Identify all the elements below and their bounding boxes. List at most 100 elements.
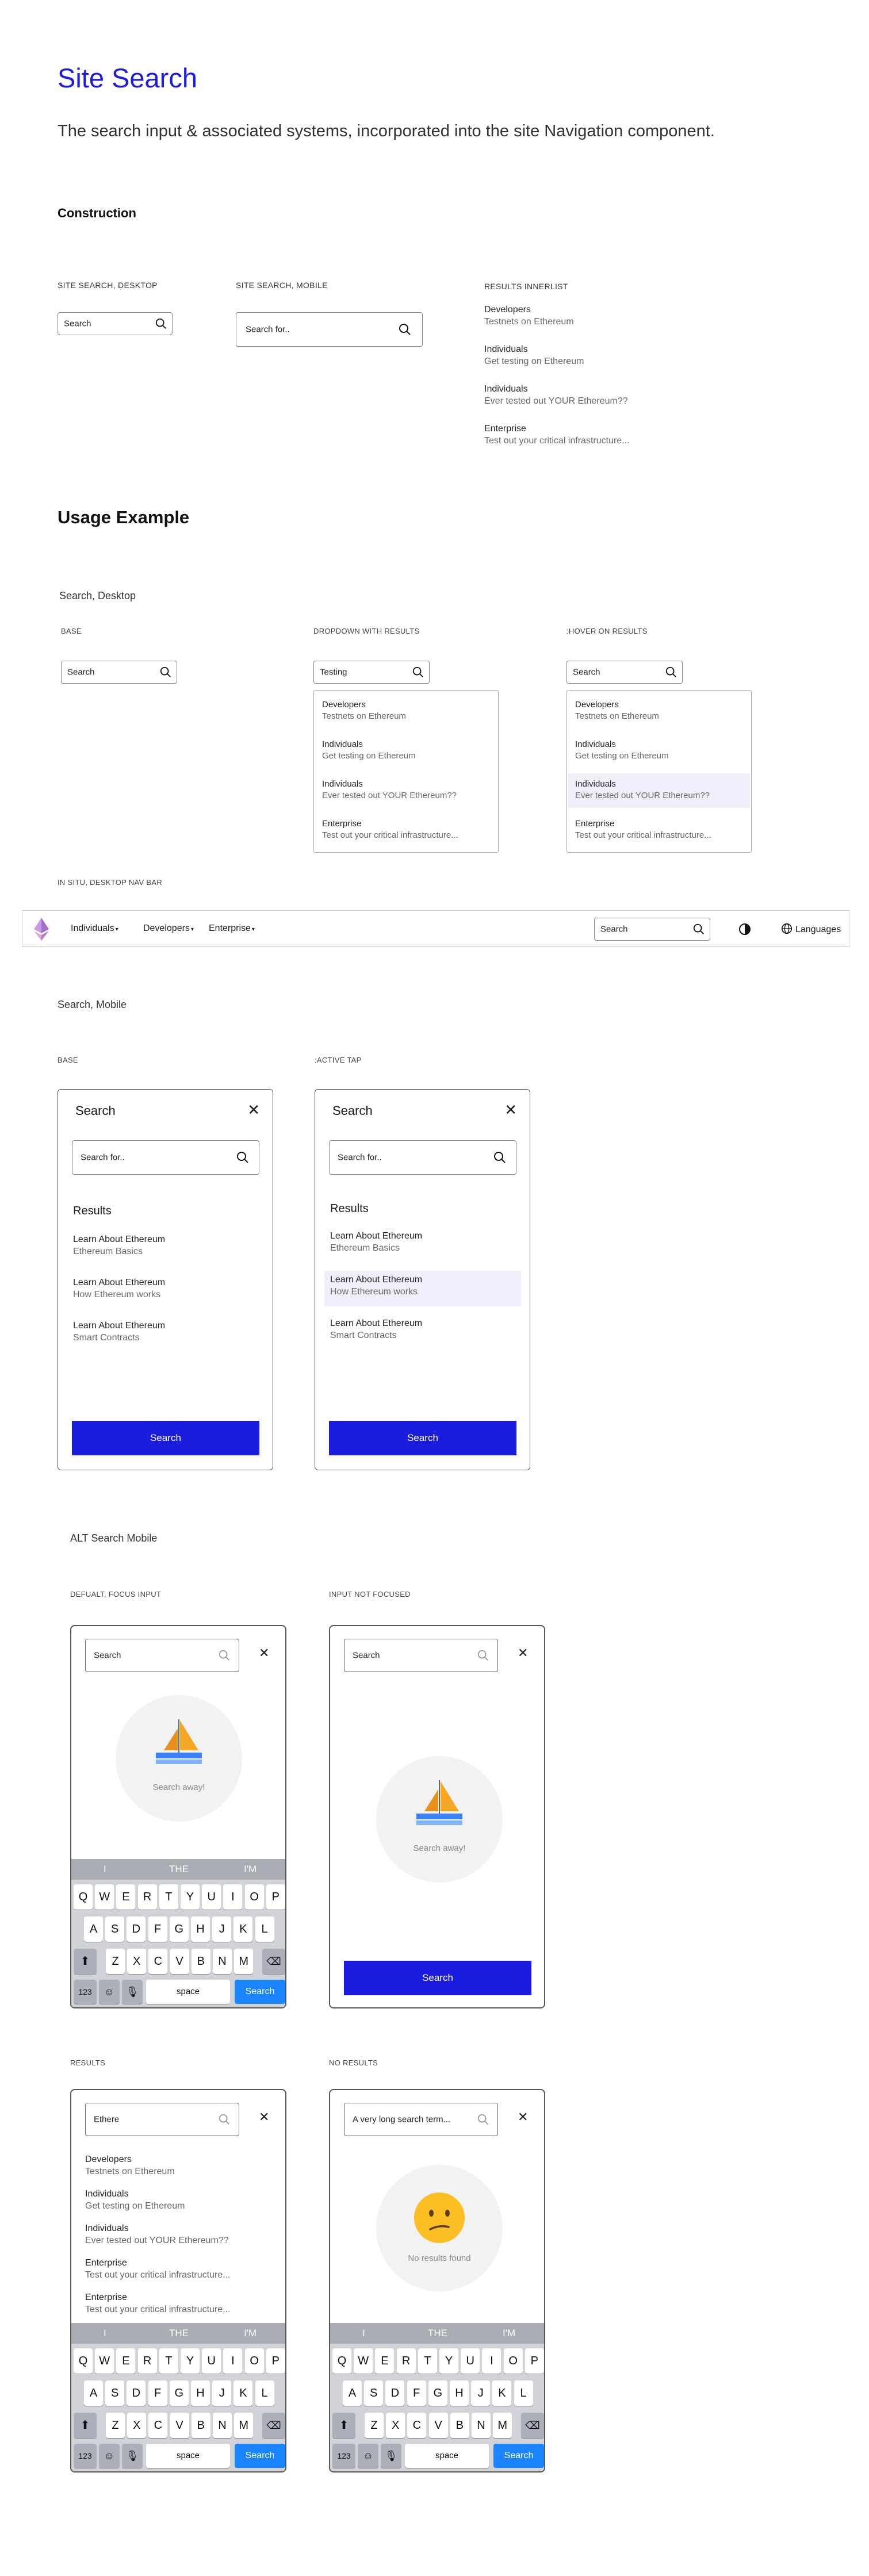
desktop-search-input[interactable]: Search (58, 312, 173, 335)
backspace-key[interactable]: ⌫ (262, 2413, 285, 2438)
backspace-key[interactable]: ⌫ (262, 1949, 285, 1974)
result-item[interactable]: Individuals Ever tested out YOUR Ethereum… (322, 779, 490, 800)
key-n[interactable]: N (472, 2413, 491, 2438)
key-m[interactable]: M (493, 2413, 512, 2438)
key-u[interactable]: U (461, 2348, 480, 2374)
key-d[interactable]: D (385, 2380, 405, 2406)
key-k[interactable]: K (233, 2380, 253, 2406)
numbers-key[interactable]: 123 (74, 2444, 97, 2468)
result-item[interactable]: Learn About Ethereum Ethereum Basics (330, 1231, 422, 1254)
keyboard-search-key[interactable]: Search (235, 1980, 285, 2004)
space-key[interactable]: space (405, 2444, 489, 2468)
key-v[interactable]: V (170, 1949, 189, 1974)
theme-toggle-icon[interactable] (738, 922, 752, 936)
key-x[interactable]: X (127, 2413, 147, 2438)
key-g[interactable]: G (169, 2380, 189, 2406)
key-t[interactable]: T (159, 1884, 178, 1910)
backspace-key[interactable]: ⌫ (521, 2413, 544, 2438)
key-w[interactable]: W (354, 2348, 373, 2374)
key-s[interactable]: S (105, 2380, 125, 2406)
space-key[interactable]: space (146, 2444, 230, 2468)
key-z[interactable]: Z (106, 2413, 125, 2438)
key-l[interactable]: L (255, 2380, 274, 2406)
key-p[interactable]: P (266, 2348, 285, 2374)
key-b[interactable]: B (450, 2413, 469, 2438)
key-u[interactable]: U (202, 2348, 221, 2374)
key-j[interactable]: J (212, 1916, 232, 1942)
search-button[interactable]: Search (344, 1961, 531, 1995)
key-l[interactable]: L (514, 2380, 533, 2406)
result-item[interactable]: Individuals Get testing on Ethereum (575, 739, 743, 761)
key-o[interactable]: O (244, 2348, 264, 2374)
suggestion[interactable]: I (104, 1864, 106, 1875)
close-icon[interactable]: ✕ (504, 1101, 517, 1119)
result-item[interactable]: Enterprise Test out your critical infrast… (85, 2293, 231, 2315)
emoji-icon[interactable]: ☺ (99, 2444, 120, 2468)
search-button[interactable]: Search (329, 1421, 516, 1455)
alt-search-input[interactable]: Search (85, 1639, 239, 1672)
key-x[interactable]: X (127, 1949, 147, 1974)
suggestion[interactable]: I'M (244, 1864, 257, 1875)
microphone-icon[interactable]: 🎙 (381, 2444, 401, 2468)
key-k[interactable]: K (233, 1916, 253, 1942)
result-item[interactable]: Developers Testnets on Ethereum (484, 305, 574, 327)
microphone-icon[interactable]: 🎙 (122, 2444, 143, 2468)
key-h[interactable]: H (450, 2380, 469, 2406)
suggestion[interactable]: I'M (503, 2328, 515, 2339)
key-g[interactable]: G (428, 2380, 447, 2406)
close-icon[interactable]: ✕ (259, 1646, 269, 1661)
key-r[interactable]: R (137, 2348, 157, 2374)
result-item-hovered[interactable]: Individuals Ever tested out YOUR Ethereum… (575, 779, 743, 800)
key-d[interactable]: D (127, 1916, 146, 1942)
key-n[interactable]: N (213, 1949, 232, 1974)
space-key[interactable]: space (146, 1980, 230, 2004)
alt-search-input[interactable]: Search (344, 1639, 498, 1672)
numbers-key[interactable]: 123 (74, 1980, 97, 2004)
key-i[interactable]: I (482, 2348, 502, 2374)
key-y[interactable]: Y (181, 2348, 200, 2374)
result-item[interactable]: Developers Testnets on Ethereum (85, 2155, 175, 2177)
suggestion[interactable]: I (362, 2328, 365, 2339)
result-item[interactable]: Individuals Ever tested out YOUR Ethereu… (484, 384, 628, 407)
nav-item-developers[interactable]: Developers ▾ (143, 923, 194, 934)
numbers-key[interactable]: 123 (332, 2444, 355, 2468)
result-item[interactable]: Developers Testnets on Ethereum (322, 700, 490, 721)
shift-key[interactable]: ⬆ (332, 2413, 355, 2438)
key-e[interactable]: E (116, 2348, 136, 2374)
result-item[interactable]: Learn About Ethereum How Ethereum works (73, 1278, 165, 1300)
key-s[interactable]: S (105, 1916, 125, 1942)
result-item[interactable]: Enterprise Test out your critical infras… (484, 424, 630, 446)
key-y[interactable]: Y (439, 2348, 458, 2374)
key-u[interactable]: U (202, 1884, 221, 1910)
result-item[interactable]: Learn About Ethereum Smart Contracts (330, 1318, 422, 1341)
mobile-search-input[interactable]: Search for.. (236, 312, 423, 347)
hover-search-input[interactable]: Search (566, 661, 683, 684)
search-button[interactable]: Search (72, 1421, 259, 1455)
key-w[interactable]: W (95, 1884, 114, 1910)
emoji-icon[interactable]: ☺ (99, 1980, 120, 2004)
mobile-search-input[interactable]: Search for.. (329, 1140, 516, 1175)
key-e[interactable]: E (375, 2348, 395, 2374)
key-c[interactable]: C (407, 2413, 427, 2438)
key-y[interactable]: Y (181, 1884, 200, 1910)
key-g[interactable]: G (169, 1916, 189, 1942)
nav-item-enterprise[interactable]: Enterprise ▾ (209, 923, 255, 934)
key-z[interactable]: Z (106, 1949, 125, 1974)
suggestion[interactable]: I'M (244, 2328, 257, 2339)
key-r[interactable]: R (137, 1884, 157, 1910)
ethereum-logo[interactable] (33, 917, 50, 942)
key-x[interactable]: X (386, 2413, 405, 2438)
result-item[interactable]: Individuals Get testing on Ethereum (322, 739, 490, 761)
result-item[interactable]: Enterprise Test out your critical infrast… (575, 819, 743, 840)
key-h[interactable]: H (191, 1916, 210, 1942)
key-i[interactable]: I (223, 1884, 243, 1910)
key-l[interactable]: L (255, 1916, 274, 1942)
close-icon[interactable]: ✕ (259, 2110, 269, 2125)
key-z[interactable]: Z (365, 2413, 384, 2438)
nav-search-input[interactable]: Search (594, 918, 710, 941)
suggestion[interactable]: THE (169, 2328, 189, 2339)
key-o[interactable]: O (244, 1884, 264, 1910)
key-m[interactable]: M (234, 2413, 254, 2438)
keyboard-search-key[interactable]: Search (235, 2444, 285, 2468)
result-item-active[interactable]: Learn About Ethereum How Ethereum works (330, 1275, 422, 1297)
